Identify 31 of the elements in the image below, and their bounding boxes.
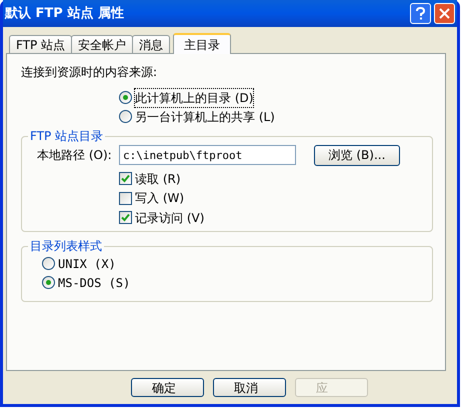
help-button[interactable] — [410, 3, 431, 24]
tab[interactable]: 主目录 — [173, 33, 232, 54]
checkbox[interactable] — [119, 211, 132, 224]
dialog-button[interactable]: 取消 — [213, 378, 286, 397]
radio-button[interactable] — [42, 276, 55, 289]
tab[interactable]: 消息 — [132, 35, 170, 53]
browse-button[interactable]: 浏览 (B)... — [314, 144, 400, 166]
checkbox-label: 记录访问 (V) — [135, 210, 204, 227]
close-icon — [439, 8, 450, 19]
local-path-field[interactable]: c:\inetpub\ftproot — [119, 145, 296, 165]
radio-label: 此计算机上的目录 (D) — [135, 88, 254, 106]
group-title: FTP 站点目录 — [28, 128, 106, 144]
radio-button[interactable] — [119, 110, 132, 123]
radio-label: UNIX (X) — [58, 256, 116, 272]
radio-label: MS-DOS (S) — [58, 274, 130, 292]
radio-button[interactable] — [119, 91, 132, 104]
help-icon — [416, 7, 425, 20]
checkbox-label: 读取 (R) — [135, 170, 181, 188]
window-title: 默认 FTP 站点 属性 — [5, 4, 124, 23]
radio-button[interactable] — [42, 257, 55, 270]
dialog-button[interactable]: 确定 — [131, 378, 204, 397]
local-path-label: 本地路径 (O): — [36, 147, 113, 164]
tab[interactable]: FTP 站点 — [9, 35, 72, 53]
radio-label: 另一台计算机上的共享 (L) — [135, 108, 275, 126]
group-title: 目录列表样式 — [28, 238, 104, 254]
checkbox[interactable] — [119, 192, 132, 205]
close-button[interactable] — [434, 3, 455, 24]
tab[interactable]: 安全帐户 — [71, 35, 134, 53]
checkbox[interactable] — [119, 172, 132, 186]
content-source-label: 连接到资源时的内容来源: — [21, 64, 158, 81]
checkbox-label: 写入 (W) — [135, 190, 184, 208]
